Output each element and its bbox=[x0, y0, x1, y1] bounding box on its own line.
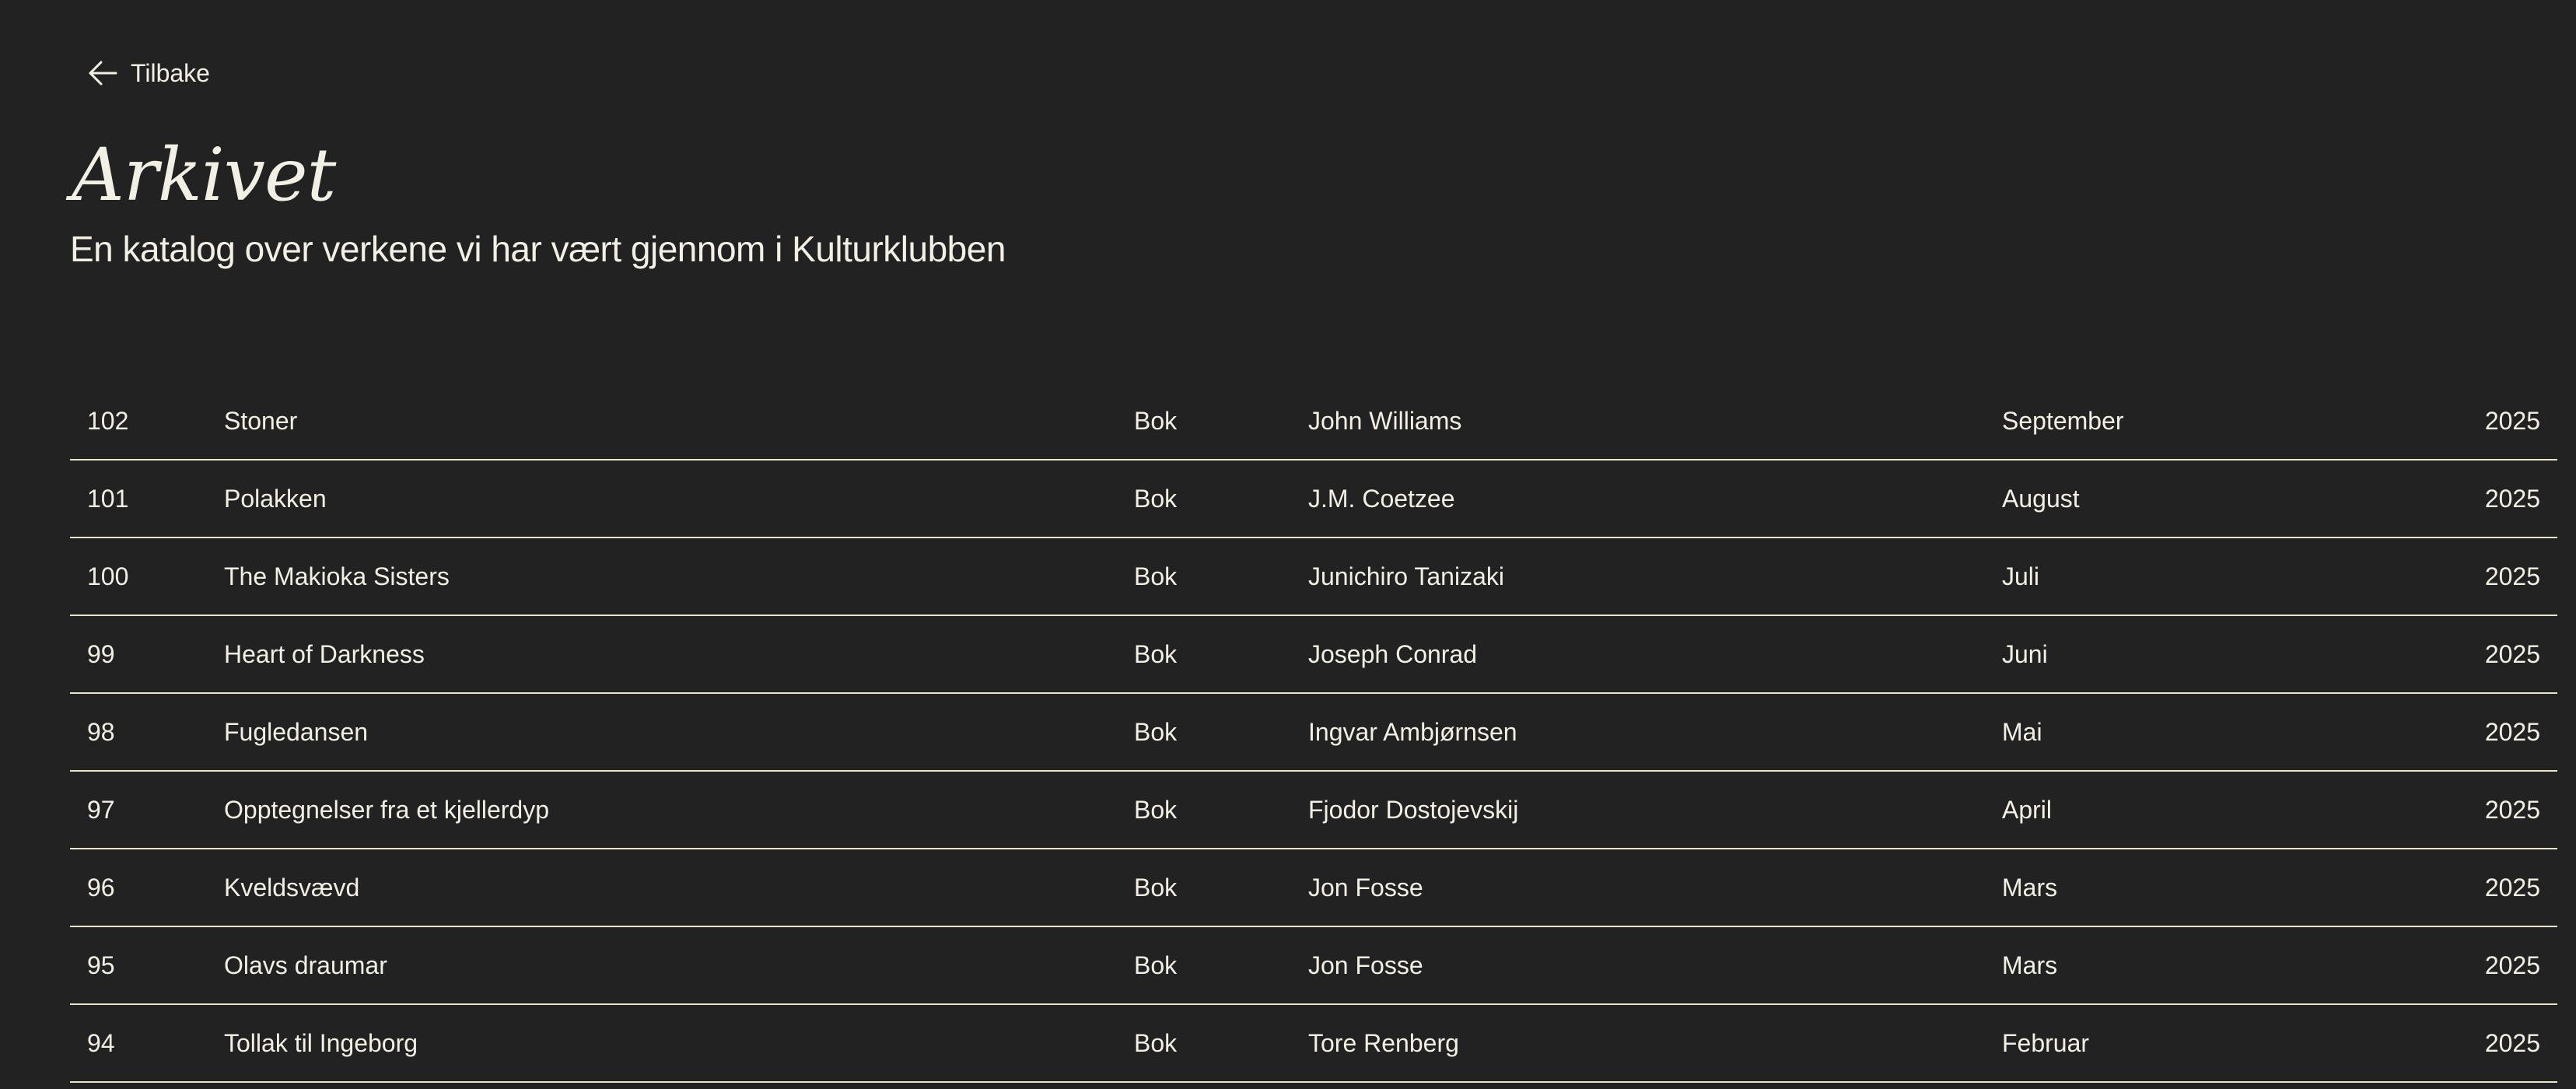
row-title: Stoner bbox=[224, 407, 298, 435]
row-type: Bok bbox=[1134, 1029, 1178, 1057]
row-author: Fjodor Dostojevskij bbox=[1308, 796, 1519, 824]
row-author: J.M. Coetzee bbox=[1308, 485, 1455, 513]
row-author: Joseph Conrad bbox=[1308, 640, 1478, 668]
row-title: Opptegnelser fra et kjellerdyp bbox=[224, 796, 549, 824]
row-type: Bok bbox=[1134, 407, 1178, 435]
row-year: 2025 bbox=[2484, 951, 2540, 979]
row-year: 2025 bbox=[2484, 796, 2540, 824]
row-year: 2025 bbox=[2484, 1029, 2540, 1057]
row-year: 2025 bbox=[2484, 874, 2540, 902]
archive-row[interactable]: 94 Tollak til Ingeborg Bok Tore Renberg … bbox=[70, 1005, 2557, 1083]
row-author: Jon Fosse bbox=[1308, 874, 1423, 902]
row-month: April bbox=[2002, 796, 2053, 824]
row-month: Juli bbox=[2002, 562, 2040, 590]
archive-row[interactable]: 100 The Makioka Sisters Bok Junichiro Ta… bbox=[70, 538, 2557, 616]
row-year: 2025 bbox=[2484, 562, 2540, 590]
row-month: August bbox=[2002, 485, 2080, 513]
row-month: Mars bbox=[2002, 874, 2058, 902]
row-number: 100 bbox=[87, 562, 129, 590]
row-number: 102 bbox=[87, 407, 129, 435]
row-month: September bbox=[2002, 407, 2124, 435]
row-title: Olavs draumar bbox=[224, 951, 387, 979]
row-author: Junichiro Tanizaki bbox=[1308, 562, 1504, 590]
arrow-left-icon bbox=[87, 58, 118, 89]
archive-row[interactable]: 95 Olavs draumar Bok Jon Fosse Mars 2025 bbox=[70, 927, 2557, 1005]
archive-row[interactable]: 102 Stoner Bok John Williams September 2… bbox=[70, 383, 2557, 460]
page-subtitle: En katalog over verkene vi har vært gjen… bbox=[70, 229, 1006, 269]
row-year: 2025 bbox=[2484, 718, 2540, 746]
row-year: 2025 bbox=[2484, 640, 2540, 668]
row-title: The Makioka Sisters bbox=[224, 562, 450, 590]
archive-row[interactable]: 98 Fugledansen Bok Ingvar Ambjørnsen Mai… bbox=[70, 694, 2557, 772]
row-title: Polakken bbox=[224, 485, 327, 513]
row-number: 98 bbox=[87, 718, 115, 746]
row-month: Mars bbox=[2002, 951, 2058, 979]
row-type: Bok bbox=[1134, 951, 1178, 979]
back-link-label: Tilbake bbox=[131, 58, 210, 87]
row-type: Bok bbox=[1134, 796, 1178, 824]
row-author: Jon Fosse bbox=[1308, 951, 1423, 979]
row-type: Bok bbox=[1134, 874, 1178, 902]
row-month: Mai bbox=[2002, 718, 2042, 746]
archive-row[interactable]: 99 Heart of Darkness Bok Joseph Conrad J… bbox=[70, 616, 2557, 694]
row-number: 96 bbox=[87, 874, 115, 902]
row-title: Tollak til Ingeborg bbox=[224, 1029, 418, 1057]
row-year: 2025 bbox=[2484, 485, 2540, 513]
row-type: Bok bbox=[1134, 485, 1178, 513]
row-type: Bok bbox=[1134, 562, 1178, 590]
row-author: John Williams bbox=[1308, 407, 1462, 435]
row-title: Kveldsvævd bbox=[224, 874, 360, 902]
archive-row[interactable]: 97 Opptegnelser fra et kjellerdyp Bok Fj… bbox=[70, 772, 2557, 849]
row-year: 2025 bbox=[2484, 407, 2540, 435]
row-month: Februar bbox=[2002, 1029, 2090, 1057]
row-number: 101 bbox=[87, 485, 129, 513]
row-type: Bok bbox=[1134, 718, 1178, 746]
page-title: Arkivet bbox=[72, 133, 336, 218]
row-author: Ingvar Ambjørnsen bbox=[1308, 718, 1517, 746]
row-title: Fugledansen bbox=[224, 718, 369, 746]
archive-list: 102 Stoner Bok John Williams September 2… bbox=[70, 383, 2557, 1083]
row-month: Juni bbox=[2002, 640, 2048, 668]
row-number: 97 bbox=[87, 796, 115, 824]
archive-row[interactable]: 101 Polakken Bok J.M. Coetzee August 202… bbox=[70, 460, 2557, 538]
row-type: Bok bbox=[1134, 640, 1178, 668]
row-number: 95 bbox=[87, 951, 115, 979]
row-title: Heart of Darkness bbox=[224, 640, 425, 668]
back-link[interactable]: Tilbake bbox=[87, 56, 210, 90]
row-number: 99 bbox=[87, 640, 115, 668]
row-number: 94 bbox=[87, 1029, 115, 1057]
row-author: Tore Renberg bbox=[1308, 1029, 1459, 1057]
archive-row[interactable]: 96 Kveldsvævd Bok Jon Fosse Mars 2025 bbox=[70, 849, 2557, 927]
